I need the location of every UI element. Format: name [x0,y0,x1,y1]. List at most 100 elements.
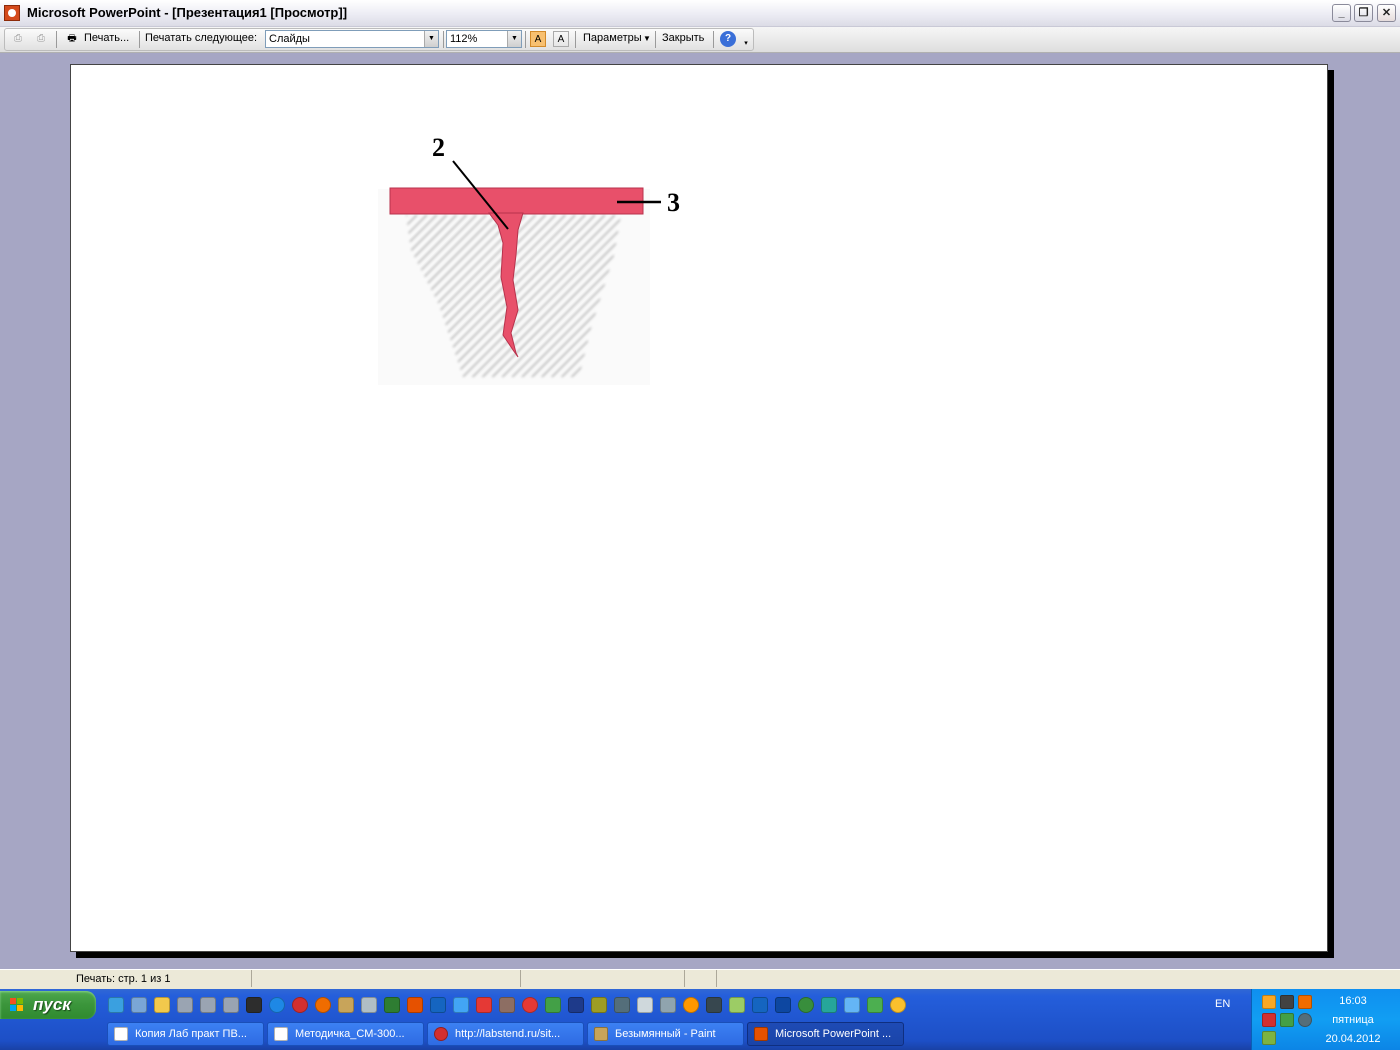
tray-app-icon[interactable] [1280,995,1294,1009]
next-page-icon[interactable]: ⎙ [33,31,49,47]
tray-app-icon[interactable] [1298,1013,1312,1027]
quicklaunch-powerpoint-icon[interactable] [407,997,423,1013]
quicklaunch-app-icon[interactable] [821,997,837,1013]
quicklaunch-folder-icon[interactable] [154,997,170,1013]
quicklaunch-opera-icon[interactable] [292,997,308,1013]
taskbar-item-active[interactable]: Microsoft PowerPoint ... [747,1022,904,1046]
quicklaunch-app-icon[interactable] [867,997,883,1013]
taskbar-item-label: Копия Лаб практ ПВ... [135,1028,247,1040]
status-bar [0,969,1400,990]
quicklaunch-app-icon[interactable] [844,997,860,1013]
chevron-down-icon[interactable]: ▼ [643,34,651,43]
options-menu-button[interactable]: Параметры [583,32,642,44]
clock-date: 20.04.2012 [1325,1033,1381,1045]
status-page-info: Печать: стр. 1 из 1 [76,973,171,985]
zoom-select[interactable]: 112% ▼ [446,30,522,48]
toolbar-separator [655,31,656,48]
help-icon[interactable]: ? [720,31,736,47]
quicklaunch-app-icon[interactable] [637,997,653,1013]
toolbar-separator [713,31,714,48]
toolbar-separator [575,31,576,48]
zoom-value: 112% [450,33,478,45]
quicklaunch-notepad-icon[interactable] [361,997,377,1013]
quicklaunch-calculator-icon[interactable] [706,997,722,1013]
toolbar-separator [525,31,526,48]
pencil-tray-icon[interactable] [1262,995,1276,1009]
chevron-down-icon[interactable]: ▼ [424,31,438,47]
quicklaunch-app-icon[interactable] [453,997,469,1013]
word-icon [274,1027,288,1041]
quicklaunch-app-icon[interactable] [775,997,791,1013]
label-2: 2 [432,133,445,162]
portrait-icon[interactable]: A [553,31,569,47]
status-divider [684,970,685,987]
chevron-down-icon[interactable]: ▼ [507,31,521,47]
previous-page-icon[interactable]: ⎙ [10,31,26,47]
start-label: пуск [33,995,71,1014]
quicklaunch-drive-icon[interactable] [200,997,216,1013]
quicklaunch-computer-icon[interactable] [131,997,147,1013]
window-title: Microsoft PowerPoint - [Презентация1 [Пр… [27,5,348,20]
network-tray-icon[interactable] [1262,1031,1276,1045]
quicklaunch-app-icon[interactable] [545,997,561,1013]
print-what-value: Слайды [269,33,310,45]
minimize-button[interactable]: _ [1332,4,1351,22]
paint-icon [594,1027,608,1041]
quicklaunch-excel-icon[interactable] [384,997,400,1013]
print-what-label: Печатать следующее: [145,32,258,44]
language-indicator[interactable]: EN [1215,998,1230,1010]
restore-button[interactable]: ❐ [1354,4,1373,22]
quicklaunch-paint-icon[interactable] [499,997,515,1013]
taskbar-item-label: Безымянный - Paint [615,1028,716,1040]
quicklaunch-app-icon[interactable] [729,997,745,1013]
tray-app-icon[interactable] [1280,1013,1294,1027]
label-3: 3 [667,188,680,217]
powerpoint-icon [754,1027,768,1041]
toolbar-separator [56,31,57,48]
quicklaunch-app-icon[interactable] [476,997,492,1013]
quicklaunch-firefox-icon[interactable] [315,997,331,1013]
quicklaunch-app-icon[interactable] [752,997,768,1013]
quicklaunch-drive-icon[interactable] [177,997,193,1013]
quicklaunch-app-icon[interactable] [568,997,584,1013]
quicklaunch-ie-icon[interactable] [108,997,124,1013]
clock-time[interactable]: 16:03 [1318,995,1388,1007]
quicklaunch-app-icon[interactable] [591,997,607,1013]
print-what-select[interactable]: Слайды ▼ [265,30,439,48]
taskbar-item-label: Методичка_СМ-300... [295,1028,405,1040]
quicklaunch-ie-icon[interactable] [269,997,285,1013]
taskbar-item[interactable]: http://labstend.ru/sit... [427,1022,584,1046]
quicklaunch-app-icon[interactable] [660,997,676,1013]
taskbar-item-label: http://labstend.ru/sit... [455,1028,561,1040]
status-divider [716,970,717,987]
taskbar-item[interactable]: Безымянный - Paint [587,1022,744,1046]
status-divider [251,970,252,987]
quicklaunch-chrome-icon[interactable] [890,997,906,1013]
quicklaunch-drive-icon[interactable] [223,997,239,1013]
toolbar-options-icon[interactable]: ▾ [741,36,751,52]
powerpoint-app-icon[interactable] [4,5,20,21]
print-button[interactable]: Печать... [84,32,129,44]
quicklaunch-app-icon[interactable] [614,997,630,1013]
quicklaunch-tool-icon[interactable] [338,997,354,1013]
adobe-tray-icon[interactable] [1262,1013,1276,1027]
taskbar-item[interactable]: Методичка_СМ-300... [267,1022,424,1046]
quicklaunch-app-icon[interactable] [683,997,699,1013]
quicklaunch-app-icon[interactable] [522,997,538,1013]
close-preview-button[interactable]: Закрыть [662,32,704,44]
lock-tray-icon[interactable] [1298,995,1312,1009]
close-window-button[interactable]: ✕ [1377,4,1396,22]
weld-crack-diagram: 2 3 [378,133,680,385]
windows-logo-icon [10,998,23,1011]
clock-day: пятница [1332,1014,1374,1026]
quicklaunch-word-icon[interactable] [430,997,446,1013]
surface-layer [389,187,644,215]
toolbar-separator [139,31,140,48]
taskbar-item[interactable]: Копия Лаб практ ПВ... [107,1022,264,1046]
toolbar-separator [443,31,444,48]
printer-icon[interactable]: 🖶 [64,31,80,47]
quicklaunch-app-icon[interactable] [246,997,262,1013]
status-divider [520,970,521,987]
quicklaunch-app-icon[interactable] [798,997,814,1013]
landscape-icon[interactable]: A [530,31,546,47]
